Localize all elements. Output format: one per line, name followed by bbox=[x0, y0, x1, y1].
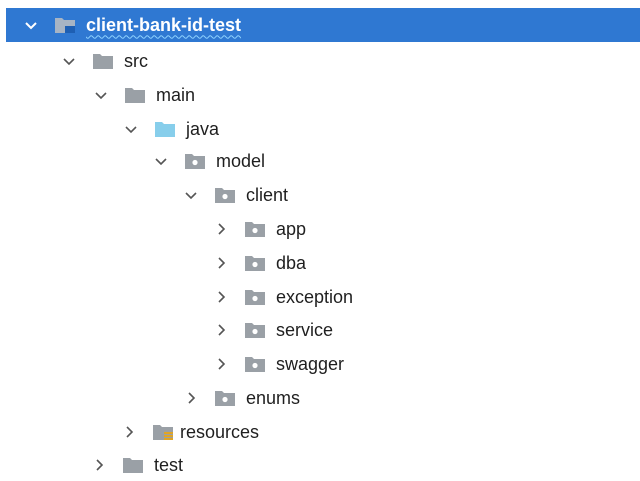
chevron-right-icon[interactable] bbox=[182, 389, 200, 407]
tree-row-dba[interactable]: dba bbox=[0, 247, 640, 279]
chevron-right-icon[interactable] bbox=[212, 254, 230, 272]
tree-row-resources[interactable]: resources bbox=[0, 416, 640, 448]
tree-row-app[interactable]: app bbox=[0, 213, 640, 245]
tree-row-test[interactable]: test bbox=[0, 449, 640, 481]
tree-label: client bbox=[246, 184, 289, 205]
tree-label: test bbox=[154, 454, 184, 475]
tree-label: resources bbox=[180, 421, 260, 442]
tree-row-client[interactable]: client bbox=[0, 179, 640, 211]
folder-icon bbox=[124, 86, 146, 104]
tree-row-model[interactable]: model bbox=[0, 145, 640, 177]
tree-label: java bbox=[186, 118, 220, 139]
tree-row-exception[interactable]: exception bbox=[0, 281, 640, 313]
package-icon bbox=[214, 186, 236, 204]
chevron-right-icon[interactable] bbox=[212, 220, 230, 238]
resources-folder-icon bbox=[152, 423, 174, 441]
chevron-right-icon[interactable] bbox=[212, 288, 230, 306]
tree-row-service[interactable]: service bbox=[0, 314, 640, 346]
tree-label: src bbox=[124, 50, 148, 71]
package-icon bbox=[214, 389, 236, 407]
chevron-right-icon[interactable] bbox=[212, 355, 230, 373]
chevron-down-icon[interactable] bbox=[92, 86, 110, 104]
chevron-down-icon[interactable] bbox=[182, 186, 200, 204]
tree-label: main bbox=[156, 84, 196, 105]
project-tree: client-bank-id-test src main java model … bbox=[0, 0, 640, 475]
chevron-down-icon[interactable] bbox=[152, 152, 170, 170]
tree-label: model bbox=[216, 150, 266, 171]
tree-label: enums bbox=[246, 387, 301, 408]
package-icon bbox=[244, 220, 266, 238]
package-icon bbox=[244, 355, 266, 373]
package-icon bbox=[244, 288, 266, 306]
package-icon bbox=[184, 152, 206, 170]
chevron-right-icon[interactable] bbox=[120, 423, 138, 441]
chevron-right-icon[interactable] bbox=[90, 456, 108, 474]
tree-row-src[interactable]: src bbox=[0, 45, 640, 77]
tree-row-project-root[interactable]: client-bank-id-test bbox=[6, 8, 640, 42]
package-icon bbox=[244, 321, 266, 339]
tree-row-enums[interactable]: enums bbox=[0, 382, 640, 414]
tree-label: swagger bbox=[276, 353, 345, 374]
project-name: client-bank-id-test bbox=[86, 14, 242, 35]
tree-label: dba bbox=[276, 252, 307, 273]
folder-icon bbox=[92, 52, 114, 70]
chevron-down-icon[interactable] bbox=[22, 16, 40, 34]
tree-row-main[interactable]: main bbox=[0, 79, 640, 111]
folder-icon bbox=[122, 456, 144, 474]
chevron-down-icon[interactable] bbox=[60, 52, 78, 70]
tree-label: exception bbox=[276, 286, 354, 307]
project-folder-icon bbox=[54, 16, 76, 34]
chevron-down-icon[interactable] bbox=[122, 120, 140, 138]
tree-label: app bbox=[276, 218, 307, 239]
tree-label: service bbox=[276, 319, 334, 340]
chevron-right-icon[interactable] bbox=[212, 321, 230, 339]
tree-row-swagger[interactable]: swagger bbox=[0, 348, 640, 380]
package-icon bbox=[244, 254, 266, 272]
tree-row-java[interactable]: java bbox=[0, 113, 640, 145]
source-root-folder-icon bbox=[154, 120, 176, 138]
